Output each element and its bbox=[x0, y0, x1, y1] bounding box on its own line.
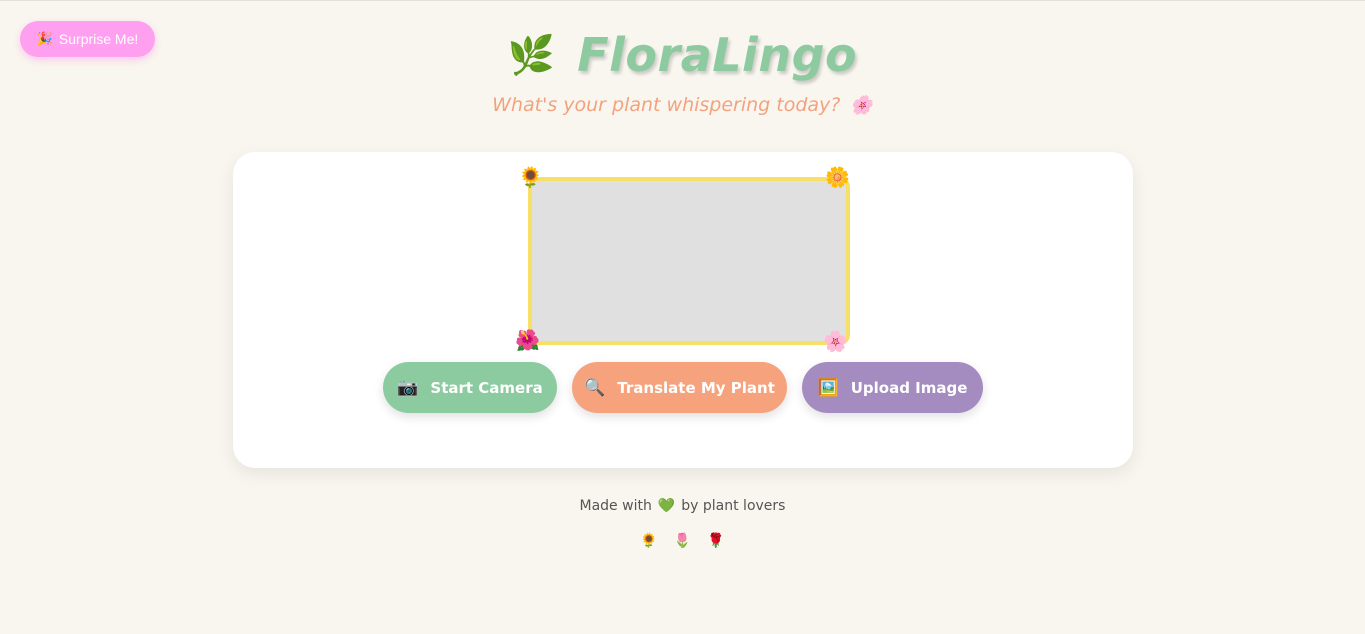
start-camera-button[interactable]: 📷 Start Camera bbox=[383, 362, 557, 413]
camera-icon: 📷 bbox=[397, 377, 419, 398]
top-border bbox=[0, 0, 1365, 1]
footer-flowers: 🌻 🌷 🌹 bbox=[0, 533, 1365, 549]
footer: Made with 💚 by plant lovers bbox=[0, 498, 1365, 514]
herb-icon: 🌿 bbox=[507, 33, 556, 77]
app-title: FloraLingo bbox=[577, 28, 858, 82]
action-buttons: 📷 Start Camera 🔍 Translate My Plant 🖼️ U… bbox=[383, 362, 983, 413]
rose-icon: 🌹 bbox=[707, 533, 725, 549]
picture-icon: 🖼️ bbox=[817, 377, 839, 398]
magnifier-icon: 🔍 bbox=[584, 377, 606, 398]
app-header: 🌿 FloraLingo bbox=[0, 26, 1365, 84]
translate-plant-button[interactable]: 🔍 Translate My Plant bbox=[572, 362, 787, 413]
translate-plant-label: Translate My Plant bbox=[617, 378, 775, 397]
upload-image-label: Upload Image bbox=[850, 378, 968, 397]
footer-text-after: by plant lovers bbox=[681, 498, 786, 514]
cherry-blossom-icon: 🌸 bbox=[823, 329, 848, 353]
blossom-icon: 🌼 bbox=[825, 165, 850, 189]
hibiscus-icon: 🌺 bbox=[515, 328, 540, 352]
subtitle-text: What's your plant whispering today? bbox=[492, 94, 841, 116]
camera-preview bbox=[528, 177, 850, 345]
main-card: 🌻 🌼 🌺 🌸 📷 Start Camera 🔍 Translate My Pl… bbox=[233, 152, 1133, 468]
upload-image-button[interactable]: 🖼️ Upload Image bbox=[802, 362, 983, 413]
start-camera-label: Start Camera bbox=[430, 378, 543, 397]
cherry-blossom-icon: 🌸 bbox=[850, 94, 873, 116]
app-subtitle: What's your plant whispering today? 🌸 bbox=[0, 94, 1365, 116]
sunflower-icon: 🌻 bbox=[518, 165, 543, 189]
footer-text-before: Made with bbox=[579, 498, 652, 514]
sunflower-icon: 🌻 bbox=[640, 533, 658, 549]
tulip-icon: 🌷 bbox=[673, 533, 692, 549]
green-heart-icon: 💚 bbox=[657, 498, 676, 514]
